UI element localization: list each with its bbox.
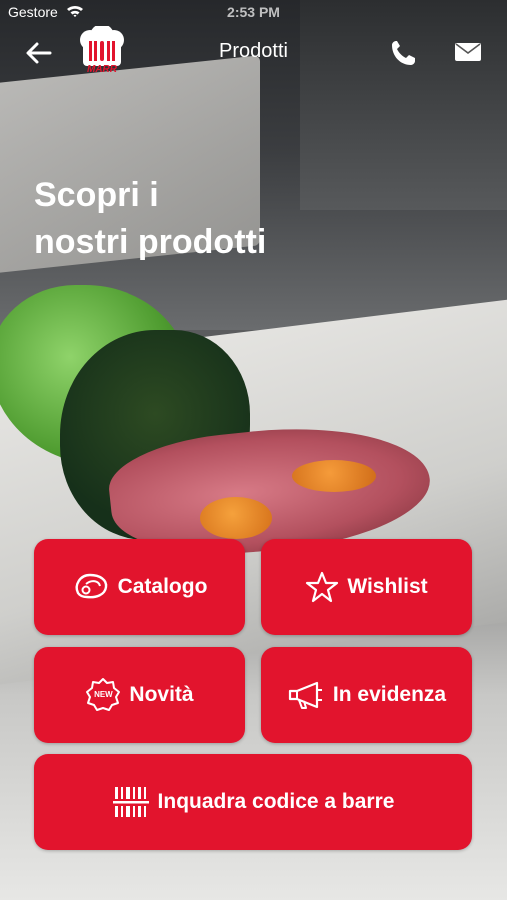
novita-label: Novità bbox=[129, 683, 194, 706]
logo-text: MARR bbox=[87, 64, 117, 75]
hero-heading: Scopri i nostri prodotti bbox=[34, 172, 364, 266]
star-icon bbox=[306, 571, 339, 603]
mail-icon[interactable] bbox=[454, 41, 482, 63]
hero-line-1: Scopri i bbox=[34, 176, 159, 214]
novita-button[interactable]: NEW Novità bbox=[34, 647, 245, 743]
wishlist-button[interactable]: Wishlist bbox=[261, 539, 472, 635]
in-evidenza-button[interactable]: In evidenza bbox=[261, 647, 472, 743]
new-badge-icon: NEW bbox=[85, 677, 121, 713]
barcode-icon bbox=[112, 787, 149, 817]
wishlist-label: Wishlist bbox=[347, 575, 428, 598]
in-evidenza-label: In evidenza bbox=[332, 683, 447, 706]
page-title: Prodotti bbox=[219, 40, 288, 62]
scan-barcode-button[interactable]: Inquadra codice a barre bbox=[34, 754, 472, 850]
new-badge-text: NEW bbox=[94, 690, 113, 699]
phone-icon[interactable] bbox=[389, 38, 417, 68]
nav-bar: MARR Prodotti bbox=[0, 24, 507, 86]
catalogo-label: Catalogo bbox=[117, 575, 208, 598]
clock: 2:53 PM bbox=[227, 4, 280, 20]
steak-icon bbox=[75, 573, 107, 599]
status-bar: Gestore 2:53 PM bbox=[0, 0, 507, 26]
catalogo-button[interactable]: Catalogo bbox=[34, 539, 245, 635]
scan-barcode-label: Inquadra codice a barre bbox=[157, 790, 395, 813]
hero-line-2: nostri prodotti bbox=[34, 223, 267, 261]
megaphone-icon bbox=[288, 681, 322, 709]
